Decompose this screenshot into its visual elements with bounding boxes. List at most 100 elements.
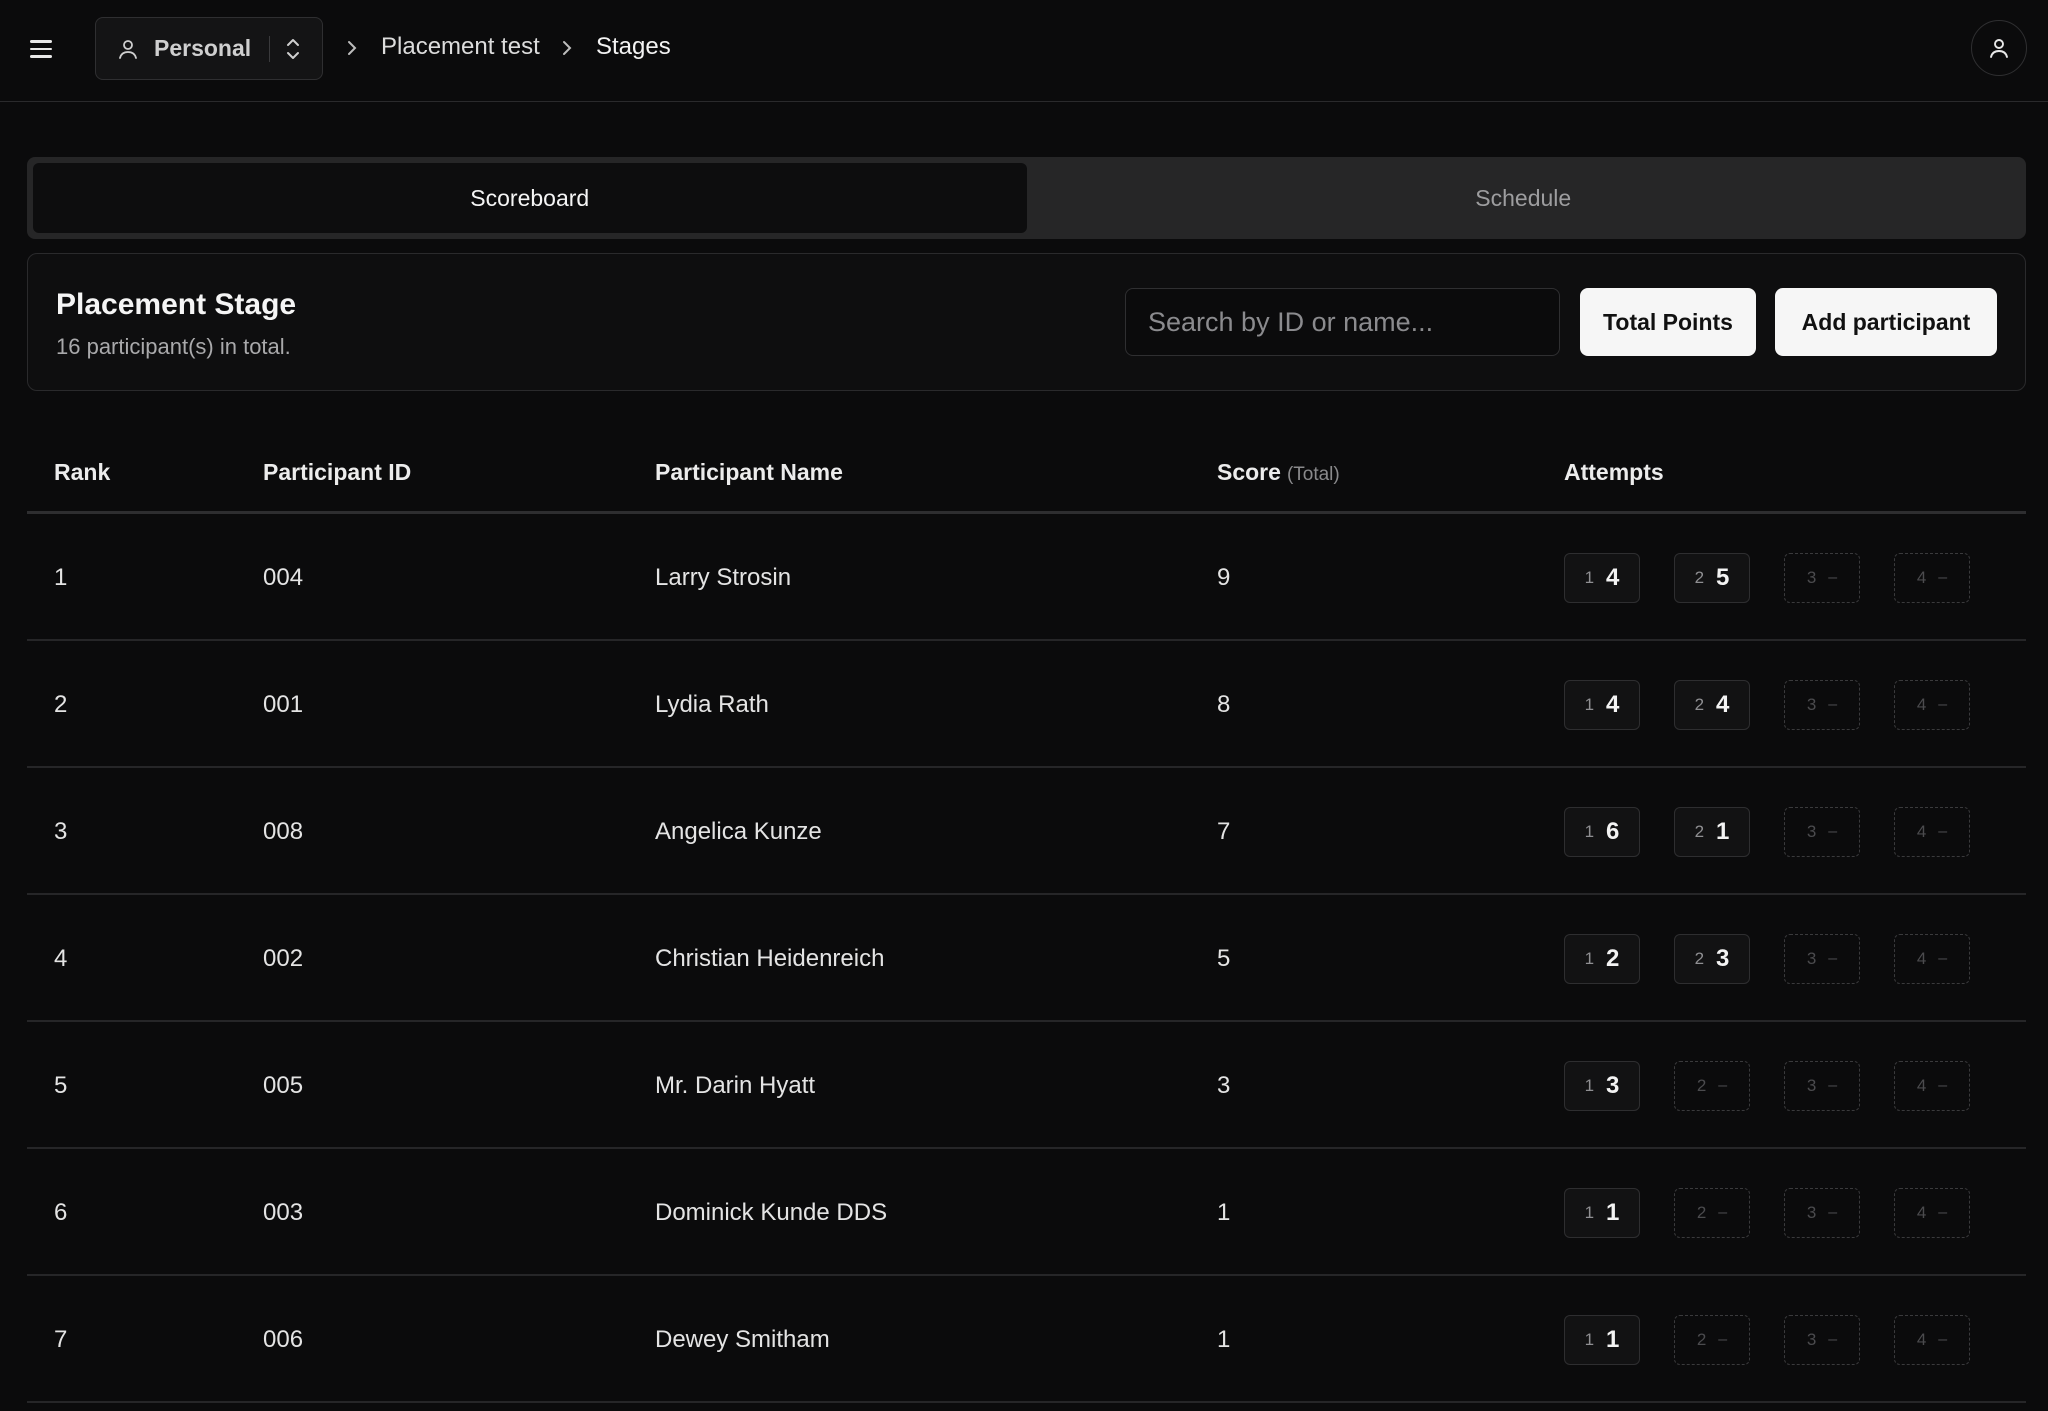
table-body: 1 004 Larry Strosin 9 1 4 2 5 3–4–2 001 Lydia Rath…: [27, 514, 2026, 1403]
attempt-4-badge[interactable]: 4–: [1894, 680, 1970, 730]
score-cell: 7: [1217, 818, 1231, 845]
total-points-button[interactable]: Total Points: [1580, 288, 1756, 356]
breadcrumb-stages[interactable]: Stages: [596, 33, 671, 61]
user-icon: [1990, 39, 2008, 58]
attempt-1-badge[interactable]: 16: [1564, 807, 1640, 857]
attempt-number: 4: [1916, 1330, 1927, 1349]
attempt-value: –: [1828, 823, 1838, 840]
attempt-number: 2: [1694, 822, 1705, 841]
table-row[interactable]: 5 005 Mr. Darin Hyatt 3 1 3 2–3–4–: [27, 1022, 2026, 1149]
attempt-4-badge[interactable]: 4–: [1894, 1315, 1970, 1365]
attempt-number: 2: [1696, 1076, 1707, 1095]
attempt-3-badge[interactable]: 3–: [1784, 807, 1860, 857]
attempt-2-badge[interactable]: 2–: [1674, 1061, 1750, 1111]
header-score[interactable]: Score (Total): [1217, 459, 1340, 486]
attempts-cell: 1 1 2–3–4–: [1564, 1315, 2004, 1365]
attempt-1-badge[interactable]: 14: [1564, 680, 1640, 730]
rank-cell: 3: [54, 818, 68, 845]
attempt-value: 1: [1716, 818, 1730, 845]
attempts-cell: 1 4 2 5 3–4–: [1564, 553, 2004, 603]
breadcrumb-placement-test[interactable]: Placement test: [381, 33, 540, 61]
header-participant-id[interactable]: Participant ID: [263, 459, 411, 486]
workspace-switcher[interactable]: Personal: [95, 17, 323, 80]
table-row[interactable]: 4 002 Christian Heidenreich 5 1 2 2 3 3–4–: [27, 895, 2026, 1022]
attempt-number: 1: [1584, 1203, 1595, 1222]
attempt-3-badge[interactable]: 3–: [1784, 1061, 1860, 1111]
attempt-3-badge[interactable]: 3–: [1784, 680, 1860, 730]
hamburger-menu-icon[interactable]: [30, 36, 58, 62]
attempt-1-badge[interactable]: 11: [1564, 1315, 1640, 1365]
participant-name-cell: Mr. Darin Hyatt: [655, 1072, 816, 1099]
header-participant-name[interactable]: Participant Name: [655, 459, 843, 486]
attempt-number: 1: [1584, 822, 1595, 841]
attempt-3-badge[interactable]: 3–: [1784, 1315, 1860, 1365]
table-row[interactable]: 1 004 Larry Strosin 9 1 4 2 5 3–4–: [27, 514, 2026, 641]
attempt-value: –: [1938, 696, 1948, 713]
stage-title: Placement Stage: [56, 288, 297, 321]
attempt-1-badge[interactable]: 14: [1564, 553, 1640, 603]
attempt-3-badge[interactable]: 3–: [1784, 934, 1860, 984]
user-icon: [119, 39, 137, 59]
rank-cell: 1: [54, 564, 68, 591]
attempt-number: 4: [1916, 568, 1927, 587]
attempt-2-badge[interactable]: 2–: [1674, 1188, 1750, 1238]
attempts-cell: 1 6 2 1 3–4–: [1564, 807, 2004, 857]
stage-card: Placement Stage 16 participant(s) in tot…: [27, 253, 2026, 391]
workspace-label: Personal: [154, 35, 252, 61]
attempt-2-badge[interactable]: 21: [1674, 807, 1750, 857]
table-row[interactable]: 7 006 Dewey Smitham 1 1 1 2–3–4–: [27, 1276, 2026, 1403]
score-cell: 3: [1217, 1072, 1231, 1099]
divider: [269, 35, 271, 62]
attempt-number: 1: [1584, 695, 1595, 714]
table-header: Rank Participant ID Participant Name Sco…: [27, 423, 2026, 514]
attempt-value: 3: [1716, 945, 1730, 972]
attempt-1-badge[interactable]: 12: [1564, 934, 1640, 984]
table-row[interactable]: 3 008 Angelica Kunze 7 1 6 2 1 3–4–: [27, 768, 2026, 895]
participant-count: 16 participant(s) in total.: [56, 334, 291, 359]
participant-id-cell: 004: [263, 564, 304, 591]
attempt-value: 5: [1716, 564, 1730, 591]
attempt-number: 3: [1806, 695, 1817, 714]
attempt-3-badge[interactable]: 3–: [1784, 553, 1860, 603]
search-input[interactable]: [1125, 288, 1560, 356]
participant-name-cell: Christian Heidenreich: [655, 945, 885, 972]
attempt-1-badge[interactable]: 11: [1564, 1188, 1640, 1238]
attempt-4-badge[interactable]: 4–: [1894, 553, 1970, 603]
attempt-number: 3: [1806, 568, 1817, 587]
attempt-value: –: [1828, 1331, 1838, 1348]
attempt-2-badge[interactable]: 23: [1674, 934, 1750, 984]
attempt-number: 3: [1806, 1203, 1817, 1222]
tab-scoreboard[interactable]: Scoreboard: [33, 163, 1027, 233]
attempt-value: 4: [1606, 564, 1620, 591]
account-button[interactable]: [1971, 20, 2027, 76]
attempt-number: 1: [1584, 568, 1595, 587]
table-row[interactable]: 2 001 Lydia Rath 8 1 4 2 4 3–4–: [27, 641, 2026, 768]
attempt-value: –: [1938, 1204, 1948, 1221]
header-rank[interactable]: Rank: [54, 459, 110, 486]
attempt-value: –: [1828, 1204, 1838, 1221]
attempt-value: –: [1938, 1331, 1948, 1348]
attempt-4-badge[interactable]: 4–: [1894, 1061, 1970, 1111]
attempt-3-badge[interactable]: 3–: [1784, 1188, 1860, 1238]
header-score-note: (Total): [1286, 464, 1340, 485]
add-participant-button[interactable]: Add participant: [1775, 288, 1997, 356]
attempt-4-badge[interactable]: 4–: [1894, 807, 1970, 857]
attempt-4-badge[interactable]: 4–: [1894, 1188, 1970, 1238]
attempt-value: –: [1718, 1204, 1728, 1221]
score-cell: 9: [1217, 564, 1231, 591]
attempt-2-badge[interactable]: 2–: [1674, 1315, 1750, 1365]
score-cell: 5: [1217, 945, 1231, 972]
attempt-2-badge[interactable]: 24: [1674, 680, 1750, 730]
header-attempts: Attempts: [1564, 459, 1664, 485]
attempt-number: 3: [1806, 1330, 1817, 1349]
attempt-4-badge[interactable]: 4–: [1894, 934, 1970, 984]
tab-list: Scoreboard Schedule: [27, 157, 2026, 239]
attempt-2-badge[interactable]: 25: [1674, 553, 1750, 603]
attempt-number: 4: [1916, 695, 1927, 714]
table-row[interactable]: 6 003 Dominick Kunde DDS 1 1 1 2–3–4–: [27, 1149, 2026, 1276]
rank-cell: 4: [54, 945, 68, 972]
attempt-1-badge[interactable]: 13: [1564, 1061, 1640, 1111]
participant-name-cell: Dewey Smitham: [655, 1326, 830, 1353]
tab-schedule[interactable]: Schedule: [1027, 163, 2021, 233]
chevron-right-icon: [563, 41, 572, 55]
